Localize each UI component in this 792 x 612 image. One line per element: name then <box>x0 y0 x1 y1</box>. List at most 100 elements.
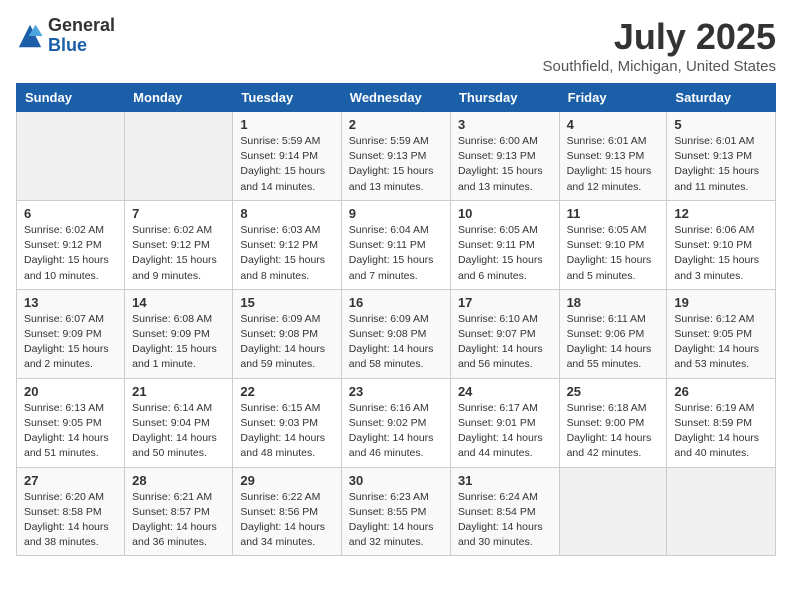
table-row: 3Sunrise: 6:00 AM Sunset: 9:13 PM Daylig… <box>450 112 559 201</box>
table-row: 15 Sunrise: 6:09 AM Sunset: 9:08 PM Dayli… <box>233 289 341 378</box>
day-detail: Sunrise: 6:09 AM Sunset: 9:08 PM Dayligh… <box>240 312 333 373</box>
day-number: 27 <box>24 473 117 488</box>
day-number: 16 <box>349 295 443 310</box>
calendar-week-row: 20Sunrise: 6:13 AM Sunset: 9:05 PM Dayli… <box>17 378 776 467</box>
table-row: 7Sunrise: 6:02 AM Sunset: 9:12 PM Daylig… <box>125 200 233 289</box>
table-row: 19Sunrise: 6:12 AM Sunset: 9:05 PM Dayli… <box>667 289 776 378</box>
logo: General Blue <box>16 16 115 56</box>
table-row <box>17 112 125 201</box>
day-number: 22 <box>240 384 333 399</box>
col-thursday: Thursday <box>450 84 559 112</box>
day-detail: Sunrise: 6:05 AM Sunset: 9:10 PM Dayligh… <box>567 223 660 284</box>
day-number: 15 <box>240 295 333 310</box>
table-row: 2 Sunrise: 5:59 AM Sunset: 9:13 PM Daylig… <box>341 112 450 201</box>
day-detail: Sunrise: 6:15 AM Sunset: 9:03 PM Dayligh… <box>240 401 333 462</box>
table-row: 12 Sunrise: 6:06 AM Sunset: 9:10 PM Dayli… <box>667 200 776 289</box>
day-number: 30 <box>349 473 443 488</box>
col-sunday: Sunday <box>17 84 125 112</box>
day-number: 13 <box>24 295 117 310</box>
table-row: 5Sunrise: 6:01 AM Sunset: 9:13 PM Daylig… <box>667 112 776 201</box>
table-row <box>559 467 667 556</box>
day-number: 17 <box>458 295 552 310</box>
table-row: 21Sunrise: 6:14 AM Sunset: 9:04 PM Dayli… <box>125 378 233 467</box>
table-row: 30 Sunrise: 6:23 AM Sunset: 8:55 PM Dayli… <box>341 467 450 556</box>
table-row: 9 Sunrise: 6:04 AM Sunset: 9:11 PM Daylig… <box>341 200 450 289</box>
table-row: 31 Sunrise: 6:24 AM Sunset: 8:54 PM Dayli… <box>450 467 559 556</box>
day-detail: Sunrise: 6:09 AM Sunset: 9:08 PM Dayligh… <box>349 312 443 373</box>
table-row: 25 Sunrise: 6:18 AM Sunset: 9:00 PM Dayli… <box>559 378 667 467</box>
table-row <box>125 112 233 201</box>
calendar-week-row: 6Sunrise: 6:02 AM Sunset: 9:12 PM Daylig… <box>17 200 776 289</box>
day-detail: Sunrise: 6:05 AM Sunset: 9:11 PM Dayligh… <box>458 223 552 284</box>
day-detail: Sunrise: 6:11 AM Sunset: 9:06 PM Dayligh… <box>567 312 660 373</box>
day-number: 6 <box>24 206 117 221</box>
day-number: 28 <box>132 473 225 488</box>
day-number: 7 <box>132 206 225 221</box>
logo-icon <box>16 22 44 50</box>
day-number: 14 <box>132 295 225 310</box>
day-number: 23 <box>349 384 443 399</box>
month-title: July 2025 <box>543 16 776 58</box>
table-row: 22 Sunrise: 6:15 AM Sunset: 9:03 PM Dayli… <box>233 378 341 467</box>
day-number: 18 <box>567 295 660 310</box>
day-number: 24 <box>458 384 552 399</box>
table-row: 20Sunrise: 6:13 AM Sunset: 9:05 PM Dayli… <box>17 378 125 467</box>
table-row: 14 Sunrise: 6:08 AM Sunset: 9:09 PM Dayli… <box>125 289 233 378</box>
table-row: 18 Sunrise: 6:11 AM Sunset: 9:06 PM Dayli… <box>559 289 667 378</box>
calendar-week-row: 27 Sunrise: 6:20 AM Sunset: 8:58 PM Dayli… <box>17 467 776 556</box>
col-wednesday: Wednesday <box>341 84 450 112</box>
table-row: 6Sunrise: 6:02 AM Sunset: 9:12 PM Daylig… <box>17 200 125 289</box>
day-detail: Sunrise: 6:06 AM Sunset: 9:10 PM Dayligh… <box>674 223 768 284</box>
title-block: July 2025 Southfield, Michigan, United S… <box>543 16 776 75</box>
day-detail: Sunrise: 6:18 AM Sunset: 9:00 PM Dayligh… <box>567 401 660 462</box>
day-detail: Sunrise: 6:22 AM Sunset: 8:56 PM Dayligh… <box>240 490 333 551</box>
logo-blue: Blue <box>48 36 115 56</box>
day-detail: Sunrise: 6:20 AM Sunset: 8:58 PM Dayligh… <box>24 490 117 551</box>
day-detail: Sunrise: 6:08 AM Sunset: 9:09 PM Dayligh… <box>132 312 225 373</box>
day-number: 12 <box>674 206 768 221</box>
day-number: 21 <box>132 384 225 399</box>
day-detail: Sunrise: 6:16 AM Sunset: 9:02 PM Dayligh… <box>349 401 443 462</box>
day-detail: Sunrise: 6:07 AM Sunset: 9:09 PM Dayligh… <box>24 312 117 373</box>
day-number: 9 <box>349 206 443 221</box>
day-detail: Sunrise: 5:59 AM Sunset: 9:13 PM Dayligh… <box>349 134 443 195</box>
day-detail: Sunrise: 6:21 AM Sunset: 8:57 PM Dayligh… <box>132 490 225 551</box>
day-number: 29 <box>240 473 333 488</box>
calendar-week-row: 1Sunrise: 5:59 AM Sunset: 9:14 PM Daylig… <box>17 112 776 201</box>
day-number: 10 <box>458 206 552 221</box>
day-detail: Sunrise: 6:23 AM Sunset: 8:55 PM Dayligh… <box>349 490 443 551</box>
table-row: 28 Sunrise: 6:21 AM Sunset: 8:57 PM Dayli… <box>125 467 233 556</box>
day-detail: Sunrise: 6:03 AM Sunset: 9:12 PM Dayligh… <box>240 223 333 284</box>
table-row: 10 Sunrise: 6:05 AM Sunset: 9:11 PM Dayli… <box>450 200 559 289</box>
day-number: 31 <box>458 473 552 488</box>
table-row: 1Sunrise: 5:59 AM Sunset: 9:14 PM Daylig… <box>233 112 341 201</box>
table-row: 13 Sunrise: 6:07 AM Sunset: 9:09 PM Dayli… <box>17 289 125 378</box>
day-detail: Sunrise: 6:13 AM Sunset: 9:05 PM Dayligh… <box>24 401 117 462</box>
day-number: 25 <box>567 384 660 399</box>
col-saturday: Saturday <box>667 84 776 112</box>
table-row: 8 Sunrise: 6:03 AM Sunset: 9:12 PM Daylig… <box>233 200 341 289</box>
day-detail: Sunrise: 6:04 AM Sunset: 9:11 PM Dayligh… <box>349 223 443 284</box>
location-title: Southfield, Michigan, United States <box>543 58 776 75</box>
table-row: 26Sunrise: 6:19 AM Sunset: 8:59 PM Dayli… <box>667 378 776 467</box>
day-detail: Sunrise: 6:19 AM Sunset: 8:59 PM Dayligh… <box>674 401 768 462</box>
day-detail: Sunrise: 6:10 AM Sunset: 9:07 PM Dayligh… <box>458 312 552 373</box>
day-number: 2 <box>349 117 443 132</box>
col-tuesday: Tuesday <box>233 84 341 112</box>
table-row: 11 Sunrise: 6:05 AM Sunset: 9:10 PM Dayli… <box>559 200 667 289</box>
page-header: General Blue July 2025 Southfield, Michi… <box>16 16 776 75</box>
calendar-header-row: Sunday Monday Tuesday Wednesday Thursday… <box>17 84 776 112</box>
day-detail: Sunrise: 6:01 AM Sunset: 9:13 PM Dayligh… <box>674 134 768 195</box>
col-monday: Monday <box>125 84 233 112</box>
day-number: 8 <box>240 206 333 221</box>
table-row: 16 Sunrise: 6:09 AM Sunset: 9:08 PM Dayli… <box>341 289 450 378</box>
table-row: 23 Sunrise: 6:16 AM Sunset: 9:02 PM Dayli… <box>341 378 450 467</box>
day-detail: Sunrise: 6:24 AM Sunset: 8:54 PM Dayligh… <box>458 490 552 551</box>
table-row <box>667 467 776 556</box>
calendar-table: Sunday Monday Tuesday Wednesday Thursday… <box>16 83 776 556</box>
day-detail: Sunrise: 6:12 AM Sunset: 9:05 PM Dayligh… <box>674 312 768 373</box>
day-number: 11 <box>567 206 660 221</box>
col-friday: Friday <box>559 84 667 112</box>
table-row: 27 Sunrise: 6:20 AM Sunset: 8:58 PM Dayli… <box>17 467 125 556</box>
day-number: 4 <box>567 117 660 132</box>
